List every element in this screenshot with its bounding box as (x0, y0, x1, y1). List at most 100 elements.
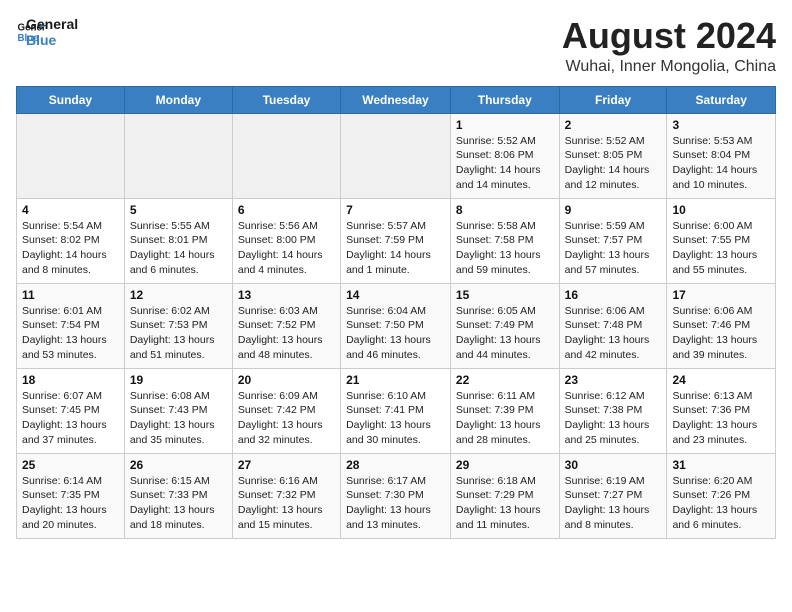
calendar-cell: 12 Sunrise: 6:02 AMSunset: 7:53 PMDayligh… (124, 283, 232, 368)
calendar-cell: 30 Sunrise: 6:19 AMSunset: 7:27 PMDayligh… (559, 453, 667, 538)
day-info: Sunrise: 6:03 AMSunset: 7:52 PMDaylight:… (238, 304, 335, 363)
day-info: Sunrise: 5:57 AMSunset: 7:59 PMDaylight:… (346, 219, 445, 278)
title-area: August 2024 Wuhai, Inner Mongolia, China (562, 16, 776, 76)
calendar-cell: 24 Sunrise: 6:13 AMSunset: 7:36 PMDayligh… (667, 368, 776, 453)
day-info: Sunrise: 6:16 AMSunset: 7:32 PMDaylight:… (238, 474, 335, 533)
day-number: 11 (22, 288, 119, 302)
day-info: Sunrise: 6:09 AMSunset: 7:42 PMDaylight:… (238, 389, 335, 448)
day-number: 17 (672, 288, 770, 302)
calendar-cell: 16 Sunrise: 6:06 AMSunset: 7:48 PMDayligh… (559, 283, 667, 368)
day-info: Sunrise: 6:19 AMSunset: 7:27 PMDaylight:… (565, 474, 662, 533)
day-number: 6 (238, 203, 335, 217)
calendar-cell: 23Sunrise: 6:12 AMSunset: 7:38 PMDayligh… (559, 368, 667, 453)
day-number: 13 (238, 288, 335, 302)
calendar-cell: 25Sunrise: 6:14 AMSunset: 7:35 PMDayligh… (17, 453, 125, 538)
day-info: Sunrise: 6:01 AMSunset: 7:54 PMDaylight:… (22, 304, 119, 363)
day-info: Sunrise: 5:55 AMSunset: 8:01 PMDaylight:… (130, 219, 227, 278)
day-info: Sunrise: 5:56 AMSunset: 8:00 PMDaylight:… (238, 219, 335, 278)
calendar-cell: 27 Sunrise: 6:16 AMSunset: 7:32 PMDayligh… (232, 453, 340, 538)
day-info: Sunrise: 6:04 AMSunset: 7:50 PMDaylight:… (346, 304, 445, 363)
calendar-cell: 3 Sunrise: 5:53 AMSunset: 8:04 PMDaylight… (667, 113, 776, 198)
day-info: Sunrise: 6:18 AMSunset: 7:29 PMDaylight:… (456, 474, 554, 533)
logo: General Blue General Blue (16, 16, 78, 48)
day-number: 1 (456, 118, 554, 132)
header: General Blue General Blue August 2024 Wu… (16, 16, 776, 76)
calendar-cell: 1 Sunrise: 5:52 AMSunset: 8:06 PMDaylight… (450, 113, 559, 198)
day-number: 14 (346, 288, 445, 302)
day-number: 27 (238, 458, 335, 472)
calendar-cell: 5 Sunrise: 5:55 AMSunset: 8:01 PMDaylight… (124, 198, 232, 283)
day-info: Sunrise: 6:17 AMSunset: 7:30 PMDaylight:… (346, 474, 445, 533)
calendar-cell: 31 Sunrise: 6:20 AMSunset: 7:26 PMDayligh… (667, 453, 776, 538)
calendar-cell (124, 113, 232, 198)
day-info: Sunrise: 6:00 AMSunset: 7:55 PMDaylight:… (672, 219, 770, 278)
col-header-monday: Monday (124, 86, 232, 113)
calendar-cell: 13 Sunrise: 6:03 AMSunset: 7:52 PMDayligh… (232, 283, 340, 368)
day-number: 15 (456, 288, 554, 302)
day-number: 7 (346, 203, 445, 217)
day-number: 2 (565, 118, 662, 132)
day-info: Sunrise: 5:54 AMSunset: 8:02 PMDaylight:… (22, 219, 119, 278)
day-number: 4 (22, 203, 119, 217)
calendar: SundayMondayTuesdayWednesdayThursdayFrid… (16, 86, 776, 539)
day-number: 12 (130, 288, 227, 302)
day-number: 10 (672, 203, 770, 217)
day-info: Sunrise: 6:13 AMSunset: 7:36 PMDaylight:… (672, 389, 770, 448)
logo-line2: Blue (26, 32, 78, 48)
day-number: 25 (22, 458, 119, 472)
calendar-header: SundayMondayTuesdayWednesdayThursdayFrid… (17, 86, 776, 113)
calendar-cell (341, 113, 451, 198)
calendar-cell: 2 Sunrise: 5:52 AMSunset: 8:05 PMDaylight… (559, 113, 667, 198)
calendar-cell: 29 Sunrise: 6:18 AMSunset: 7:29 PMDayligh… (450, 453, 559, 538)
calendar-cell: 21 Sunrise: 6:10 AMSunset: 7:41 PMDayligh… (341, 368, 451, 453)
day-number: 22 (456, 373, 554, 387)
day-number: 30 (565, 458, 662, 472)
calendar-cell (17, 113, 125, 198)
day-number: 5 (130, 203, 227, 217)
day-number: 16 (565, 288, 662, 302)
col-header-friday: Friday (559, 86, 667, 113)
day-info: Sunrise: 6:02 AMSunset: 7:53 PMDaylight:… (130, 304, 227, 363)
calendar-cell: 14 Sunrise: 6:04 AMSunset: 7:50 PMDayligh… (341, 283, 451, 368)
calendar-cell: 26Sunrise: 6:15 AMSunset: 7:33 PMDayligh… (124, 453, 232, 538)
day-info: Sunrise: 6:05 AMSunset: 7:49 PMDaylight:… (456, 304, 554, 363)
day-info: Sunrise: 6:10 AMSunset: 7:41 PMDaylight:… (346, 389, 445, 448)
calendar-cell: 17 Sunrise: 6:06 AMSunset: 7:46 PMDayligh… (667, 283, 776, 368)
day-info: Sunrise: 5:59 AMSunset: 7:57 PMDaylight:… (565, 219, 662, 278)
col-header-saturday: Saturday (667, 86, 776, 113)
calendar-cell: 11 Sunrise: 6:01 AMSunset: 7:54 PMDayligh… (17, 283, 125, 368)
logo-line1: General (26, 16, 78, 32)
day-info: Sunrise: 6:15 AMSunset: 7:33 PMDaylight:… (130, 474, 227, 533)
col-header-thursday: Thursday (450, 86, 559, 113)
day-number: 20 (238, 373, 335, 387)
calendar-cell: 4 Sunrise: 5:54 AMSunset: 8:02 PMDaylight… (17, 198, 125, 283)
main-title: August 2024 (562, 16, 776, 56)
day-info: Sunrise: 6:07 AMSunset: 7:45 PMDaylight:… (22, 389, 119, 448)
calendar-cell: 9 Sunrise: 5:59 AMSunset: 7:57 PMDaylight… (559, 198, 667, 283)
calendar-cell: 8Sunrise: 5:58 AMSunset: 7:58 PMDaylight… (450, 198, 559, 283)
day-info: Sunrise: 5:52 AMSunset: 8:06 PMDaylight:… (456, 134, 554, 193)
calendar-cell: 28 Sunrise: 6:17 AMSunset: 7:30 PMDayligh… (341, 453, 451, 538)
day-number: 24 (672, 373, 770, 387)
day-number: 3 (672, 118, 770, 132)
day-info: Sunrise: 5:53 AMSunset: 8:04 PMDaylight:… (672, 134, 770, 193)
day-number: 28 (346, 458, 445, 472)
day-number: 23 (565, 373, 662, 387)
day-number: 29 (456, 458, 554, 472)
day-info: Sunrise: 6:20 AMSunset: 7:26 PMDaylight:… (672, 474, 770, 533)
day-number: 9 (565, 203, 662, 217)
calendar-cell (232, 113, 340, 198)
day-number: 21 (346, 373, 445, 387)
col-header-wednesday: Wednesday (341, 86, 451, 113)
day-info: Sunrise: 6:08 AMSunset: 7:43 PMDaylight:… (130, 389, 227, 448)
day-info: Sunrise: 5:58 AMSunset: 7:58 PMDaylight:… (456, 219, 554, 278)
calendar-cell: 6 Sunrise: 5:56 AMSunset: 8:00 PMDaylight… (232, 198, 340, 283)
day-info: Sunrise: 6:11 AMSunset: 7:39 PMDaylight:… (456, 389, 554, 448)
day-info: Sunrise: 6:06 AMSunset: 7:46 PMDaylight:… (672, 304, 770, 363)
day-number: 18 (22, 373, 119, 387)
day-number: 31 (672, 458, 770, 472)
day-info: Sunrise: 5:52 AMSunset: 8:05 PMDaylight:… (565, 134, 662, 193)
day-info: Sunrise: 6:06 AMSunset: 7:48 PMDaylight:… (565, 304, 662, 363)
calendar-cell: 22 Sunrise: 6:11 AMSunset: 7:39 PMDayligh… (450, 368, 559, 453)
calendar-cell: 19Sunrise: 6:08 AMSunset: 7:43 PMDayligh… (124, 368, 232, 453)
